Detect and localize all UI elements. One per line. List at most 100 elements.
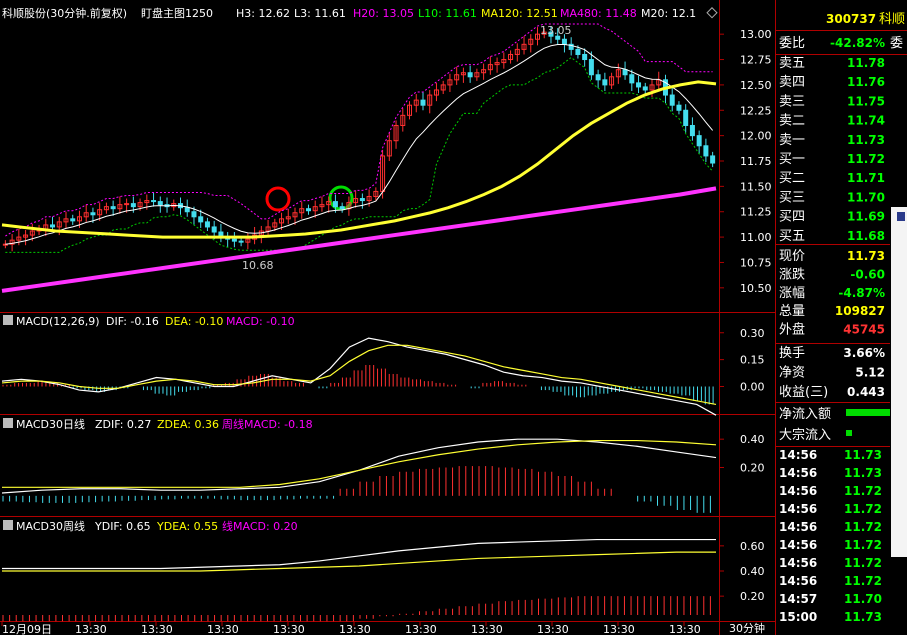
x-tick-label: 13:30 (75, 623, 107, 635)
period-label[interactable]: 30分钟 (729, 621, 765, 635)
tick-time: 14:56 (779, 520, 817, 534)
candle-body (710, 155, 716, 164)
red-circle-marker (265, 186, 291, 212)
legend-l3: L3: 11.61 (294, 7, 346, 20)
chart-canvas[interactable]: 科顺股份(30分钟.前复权) 盯盘主图1250 H3: 12.62 L3: 11… (0, 0, 907, 635)
candle-body (151, 200, 157, 203)
sell-level-price: 11.75 (847, 94, 885, 108)
stat-label: 涨幅 (779, 286, 805, 301)
y-tick-label: 11.75 (740, 155, 772, 168)
quote-panel: 300737 科顺 委比 -42.82% 委 卖五 11.78 卖四 11.76 卖三 1… (776, 12, 907, 624)
stat-value: 45745 (843, 323, 885, 337)
stat-label: 涨跌 (779, 266, 805, 282)
settings-icon[interactable] (706, 7, 718, 19)
macd-title: MACD(12,26,9) (16, 315, 100, 328)
macd-legend-macd: MACD: -0.10 (226, 315, 295, 328)
candle-body (636, 82, 642, 88)
candle-body (669, 94, 675, 106)
stat-value: 5.12 (855, 366, 885, 380)
stat-value: 3.66% (843, 346, 885, 360)
macd-toggle-icon (3, 315, 13, 325)
tick-price: 11.72 (844, 502, 882, 516)
macd-legend-dea: DEA: -0.10 (165, 315, 223, 328)
stat-label: 收益(三) (779, 385, 828, 400)
buy-level-price: 11.72 (847, 152, 885, 166)
macd-legend-dif: DIF: -0.16 (106, 315, 159, 328)
m20-line (5, 43, 714, 245)
y-tick-label: 10.75 (740, 256, 772, 269)
tick-time: 14:56 (779, 466, 817, 480)
y-tick-label: 11.50 (740, 180, 772, 193)
stat-label: 总量 (779, 304, 805, 319)
tick-time: 14:56 (779, 538, 817, 552)
sell-level-label: 卖五 (779, 56, 805, 71)
candle-body (595, 74, 601, 81)
candle-body (689, 124, 695, 137)
sell-level-label: 卖三 (779, 94, 805, 109)
macd-daily-legend-zdif: ZDIF: 0.27 (95, 418, 151, 431)
candle-body (588, 59, 594, 76)
y-tick-label: 0.20 (740, 462, 765, 475)
candle-body (642, 86, 648, 91)
price-y-axis: 13.00 12.75 12.50 12.25 12.00 11.75 11.50 11.25… (719, 28, 772, 295)
tick-time: 14:57 (779, 592, 817, 606)
tick-price: 11.73 (844, 466, 882, 480)
sell-level-label: 卖一 (779, 133, 805, 148)
macd-weekly-legend-ydea: YDEA: 0.55 (156, 520, 218, 533)
legend-h3: H3: 12.62 (236, 7, 290, 20)
x-axis: 12月09日 13:30 13:30 13:30 13:30 13:30 13:30 13:3… (1, 621, 701, 635)
y-tick-label: 10.50 (740, 282, 772, 295)
tick-time: 14:56 (779, 448, 817, 462)
chart-title: 科顺股份(30分钟.前复权) (2, 6, 127, 20)
netflow-label: 净流入额 (779, 407, 831, 422)
candle-body (622, 69, 628, 76)
weibi-label: 委比 (779, 36, 805, 51)
l10-envelope (5, 56, 713, 253)
tick-time: 15:00 (779, 610, 817, 624)
tick-time: 14:56 (779, 484, 817, 498)
buy-level-label: 买一 (779, 152, 805, 167)
tick-price: 11.73 (844, 610, 882, 624)
macd-daily-toggle-icon (3, 418, 13, 428)
stat-value: 109827 (835, 304, 885, 318)
candle-body (420, 99, 426, 106)
candle-body (211, 226, 217, 233)
y-tick-label: 12.75 (740, 54, 772, 67)
candle-body (110, 206, 116, 210)
price-panel-header: 科顺股份(30分钟.前复权) 盯盘主图1250 H3: 12.62 L3: 11… (2, 6, 696, 20)
side-window-edge[interactable] (891, 207, 907, 557)
low-annotation: 10.68 (242, 259, 274, 272)
macd-daily-title: MACD30日线 (16, 417, 85, 431)
y-tick-label: 12.25 (740, 104, 772, 117)
x-tick-label: 13:30 (471, 623, 503, 635)
ma120-line (1, 80, 717, 239)
tick-time: 14:56 (779, 502, 817, 516)
candle-body (332, 201, 338, 208)
stat-label: 外盘 (779, 322, 805, 338)
y-tick-label: 0.20 (740, 590, 765, 603)
x-tick-label: 13:30 (141, 623, 173, 635)
legend-h20: H20: 13.05 (353, 7, 414, 20)
macd-weekly-y-axis: 0.60 0.40 0.20 (719, 540, 765, 603)
buy-level-price: 11.68 (847, 229, 885, 243)
buy-level-label: 买四 (779, 210, 805, 225)
y-tick-label: 0.30 (740, 327, 765, 340)
macd-weekly-header: MACD30周线 YDIF: 0.65 YDEA: 0.55 线MACD: 0.… (3, 519, 298, 533)
y-tick-label: 12.00 (740, 130, 772, 143)
indicator-name: 盯盘主图1250 (141, 6, 213, 20)
dea-line (2, 439, 717, 488)
x-tick-label: 13:30 (207, 623, 239, 635)
tick-time: 14:56 (779, 574, 817, 588)
y-tick-label: 12.50 (740, 79, 772, 92)
candle-body (50, 224, 56, 228)
candle-body (191, 211, 197, 218)
sell-level-price: 11.76 (847, 75, 885, 89)
candle-body (629, 74, 635, 84)
stat-value: -4.87% (838, 286, 885, 300)
candle-body (231, 238, 237, 242)
buy-level-price: 11.71 (847, 171, 885, 185)
macd-daily-header: MACD30日线 ZDIF: 0.27 ZDEA: 0.36 周线MACD: -… (3, 417, 313, 431)
candle-body (90, 212, 96, 216)
stat-label: 换手 (779, 346, 805, 361)
high-annotation: 13.05 (540, 24, 572, 37)
